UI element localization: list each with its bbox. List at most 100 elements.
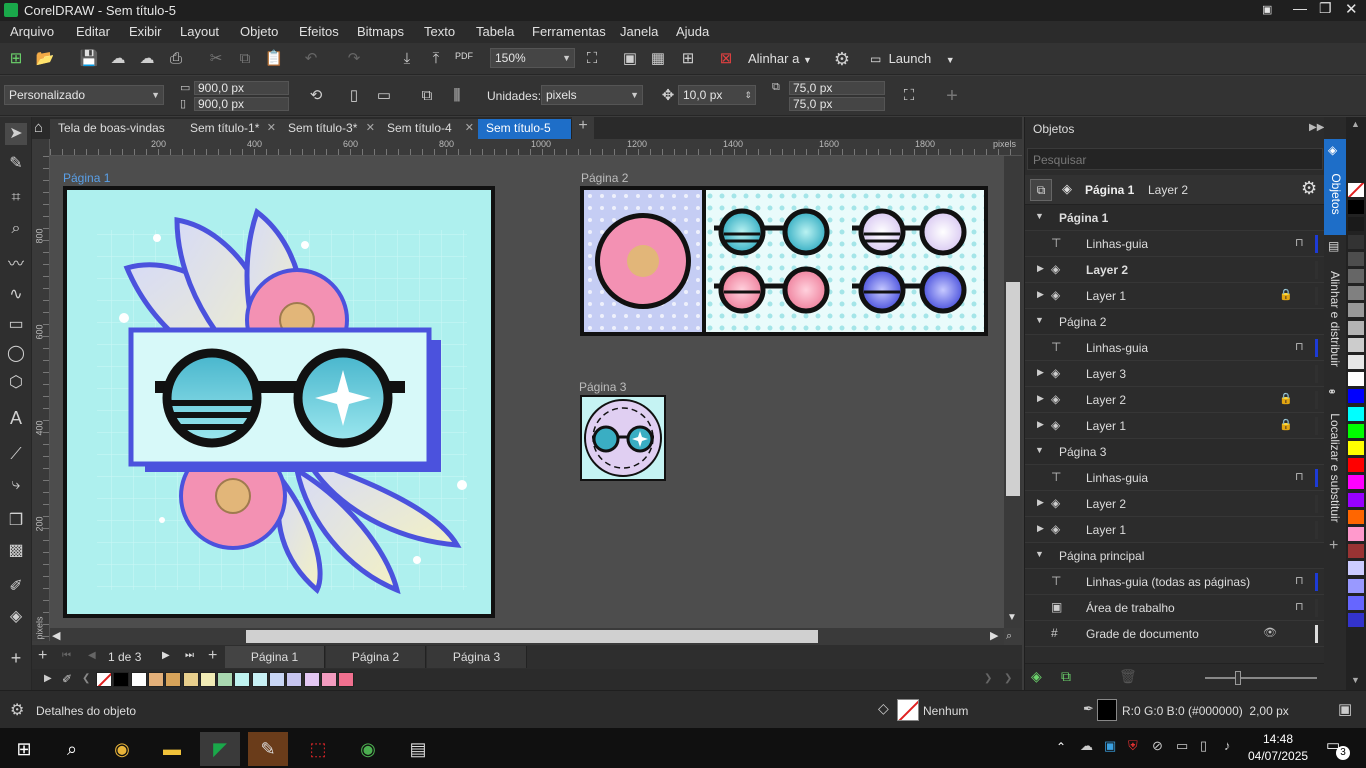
tab-welcome[interactable]: Tela de boas-vindas [50,119,183,139]
tab-sem-titulo-5[interactable]: Sem título-5 [478,119,572,139]
palette-scroll-down-icon[interactable]: ▼ [1351,675,1360,685]
menu-efeitos[interactable]: Efeitos [299,24,339,39]
visibility-eye-icon[interactable]: 👁 [1263,626,1277,639]
paste-icon[interactable]: 📋 [263,48,285,70]
print-icon[interactable]: ⎙ [165,48,187,70]
search-icon[interactable]: ⌕ [52,732,92,766]
palette-swatch[interactable] [1348,423,1364,439]
objects-row-guides[interactable]: ⊤ Linhas-guia ⊓ [1025,231,1325,257]
windows-start-icon[interactable]: ⊞ [4,732,44,766]
landscape-icon[interactable]: ▭ [373,85,395,107]
fill-none-swatch[interactable] [897,699,919,721]
clock-time[interactable]: 14:48 [1263,732,1293,746]
palette-swatch[interactable] [147,672,164,687]
duplicate-y-input[interactable]: 75,0 px [789,97,885,111]
prev-page-icon[interactable]: ◀ [88,650,96,661]
artistic-media-icon[interactable]: ∿ [5,284,27,306]
collapse-icon[interactable]: ▼ [1035,315,1044,325]
outline-color-swatch[interactable] [1097,699,1117,721]
objects-row-page[interactable]: ▼ Página 1 [1025,205,1325,231]
page-1[interactable] [63,186,495,618]
unlock-icon[interactable]: ⊓ [1295,470,1304,483]
parallel-dimension-icon[interactable]: ⟋ [5,444,27,466]
redo-icon[interactable]: ↷ [343,48,365,70]
objects-row-page[interactable]: ▼ Página principal [1025,543,1325,569]
unlock-icon[interactable]: ⊓ [1295,600,1304,613]
palette-eyedropper-icon[interactable]: ✐ [62,672,72,686]
objects-row-grid[interactable]: # Grade de documento 👁 [1025,621,1325,647]
palette-swatch[interactable] [1348,217,1364,233]
app-icon[interactable]: ▤ [398,732,438,766]
color-proof-icon[interactable]: ▣ [1338,700,1352,718]
text-tool-icon[interactable]: A [5,407,27,429]
tab-sem-titulo-3[interactable]: Sem título-3* ✕ [280,119,380,139]
side-tab-localizar[interactable]: ⚭ Localizar e substituir [1324,383,1346,523]
palette-scroll-up-icon[interactable]: ▲ [1351,119,1360,129]
maximize-button[interactable]: ❐ [1319,0,1332,17]
clock-date[interactable]: 04/07/2025 [1248,749,1308,763]
snap-off-icon[interactable]: ⊠ [715,48,737,70]
acrobat-icon[interactable]: ⬚ [298,732,338,766]
palette-swatch[interactable] [1348,475,1364,491]
palette-swatch[interactable] [1348,544,1364,560]
objects-row-layer[interactable]: ▶ ◈ Layer 2 [1025,491,1325,517]
corel-photo-paint-icon[interactable]: ✎ [248,732,288,766]
palette-swatch[interactable] [130,672,147,687]
new-tab-icon[interactable]: + [572,117,594,139]
palette-scroll-end-icon[interactable]: ❯ [1004,673,1012,684]
page-tab-2[interactable]: Página 2 [326,646,426,668]
close-button[interactable]: ✕ [1345,0,1358,18]
objects-row-layer[interactable]: ▶ ◈ Layer 3 [1025,361,1325,387]
transparency-tool-icon[interactable]: ▩ [5,540,27,562]
restore-small-icon[interactable]: ▣ [1262,3,1272,16]
rectangle-tool-icon[interactable]: ▭ [5,314,27,336]
objects-row-guides[interactable]: ⊤ Linhas-guia ⊓ [1025,335,1325,361]
palette-swatch[interactable] [338,672,355,687]
expand-icon[interactable]: ▶ [1037,393,1044,404]
duplicate-x-input[interactable]: 75,0 px [789,81,885,95]
crop-tool-icon[interactable]: ⌗ [5,187,27,209]
palette-swatch[interactable] [286,672,303,687]
objects-row-layer[interactable]: ▶ ◈ Layer 1 🔒 [1025,413,1325,439]
thumbnail-size-handle[interactable] [1235,671,1241,685]
open-icon[interactable]: 📂 [34,48,56,70]
layer-manager-icon[interactable]: ⧉ [1030,179,1052,201]
export-icon[interactable]: ⤒ [425,48,447,70]
page-3[interactable] [580,395,666,481]
palette-swatch[interactable] [1348,389,1364,405]
scroll-left-icon[interactable]: ◀ [52,629,60,642]
portrait-icon[interactable]: ▯ [343,85,365,107]
palette-swatch[interactable] [1348,320,1364,336]
expand-icon[interactable]: ▶ [1037,263,1044,274]
palette-swatch[interactable] [1348,509,1364,525]
pick-tool-icon[interactable]: ➤ [5,123,27,145]
copy-icon[interactable]: ⧉ [234,48,256,70]
unlock-icon[interactable]: ⊓ [1295,574,1304,587]
tab-sem-titulo-1[interactable]: Sem título-1* ✕ [182,119,281,139]
minimize-button[interactable]: — [1293,0,1307,16]
unlock-icon[interactable]: ⊓ [1295,340,1304,353]
objects-row-layer[interactable]: ▶ ◈ Layer 2 🔒 [1025,387,1325,413]
lock-icon[interactable]: 🔒 [1279,418,1293,431]
objects-row-layer[interactable]: ▶ ◈ Layer 1 🔒 [1025,283,1325,309]
eyedropper-tool-icon[interactable]: ✐ [5,576,27,598]
palette-swatch[interactable] [303,672,320,687]
palette-swatch[interactable] [1348,595,1364,611]
tray-app-icon[interactable]: ▣ [1104,738,1116,754]
palette-swatch[interactable] [1348,406,1364,422]
no-color-swatch[interactable] [96,672,112,687]
menu-bitmaps[interactable]: Bitmaps [357,24,404,39]
palette-scroll-left-icon[interactable]: ❮ [82,673,90,684]
objects-row-page[interactable]: ▼ Página 3 [1025,439,1325,465]
palette-scroll-right-icon[interactable]: ❯ [984,673,992,684]
zoom-corner-icon[interactable]: ⌕ [1006,630,1012,643]
expand-icon[interactable]: ▶ [1037,523,1044,534]
file-explorer-icon[interactable]: ▬ [152,732,192,766]
tray-security-icon[interactable]: ⛨ [1128,738,1138,754]
align-to-dropdown[interactable]: Alinhar a ▼ [748,51,812,66]
page-preset-select[interactable]: Personalizado ▼ [4,85,164,105]
units-select[interactable]: pixels ▼ [541,85,643,105]
interactive-fill-icon[interactable]: ◈ [5,606,27,628]
thumbnail-size-slider[interactable] [1205,677,1317,679]
palette-swatch[interactable] [1348,355,1364,370]
